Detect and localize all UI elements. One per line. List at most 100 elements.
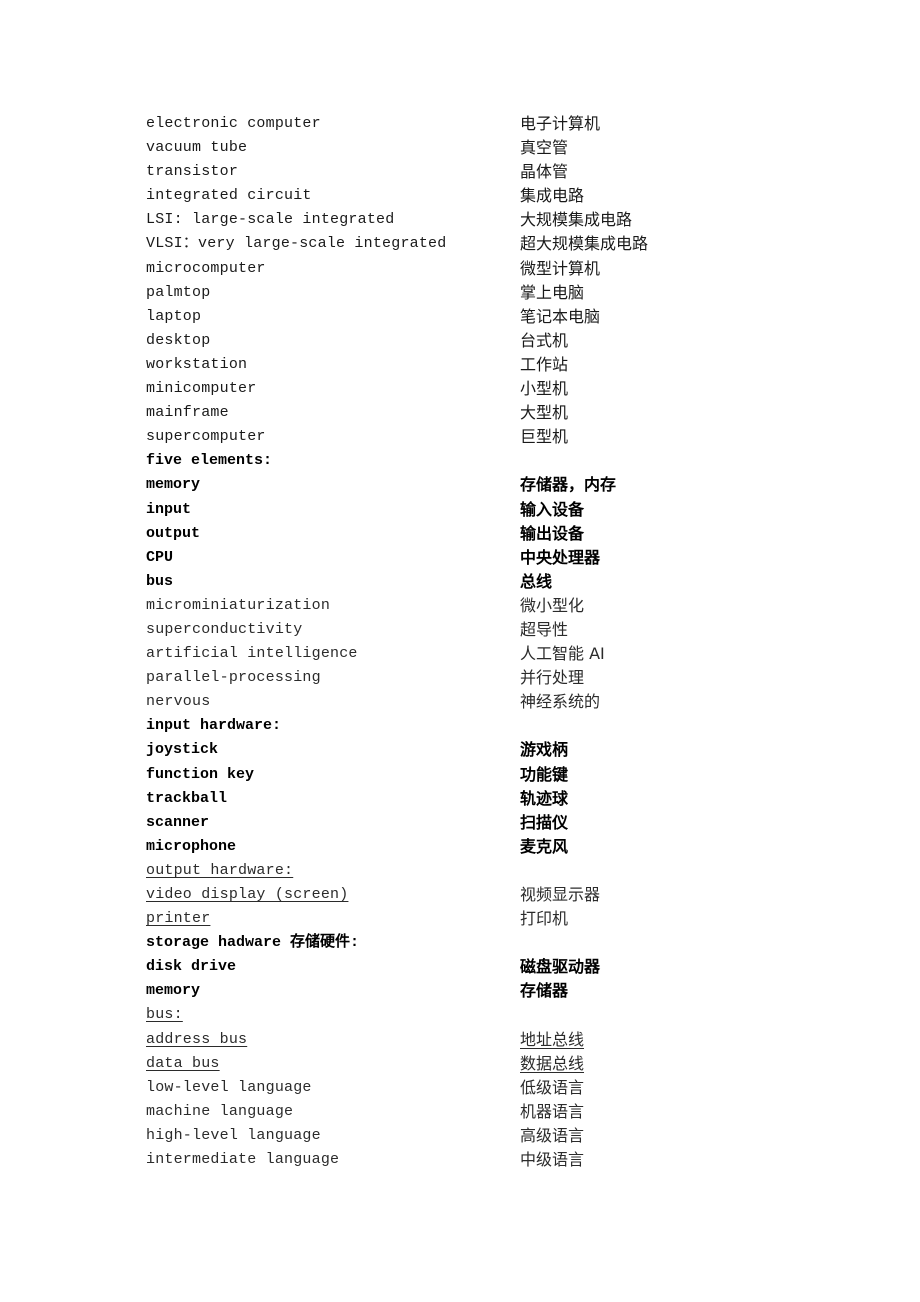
glossary-row: address bus 地址总线: [146, 1029, 846, 1053]
term-en: intermediate language: [146, 1151, 340, 1169]
term-en: parallel-processing: [146, 669, 321, 687]
glossary-row: output 输出设备: [146, 523, 846, 547]
glossary-row: low-level language 低级语言: [146, 1077, 846, 1101]
glossary-row: intermediate language 中级语言: [146, 1149, 846, 1173]
term-en: palmtop: [146, 283, 211, 301]
term-zh: 超大规模集成电路: [520, 234, 649, 254]
term-zh: 台式机: [520, 330, 569, 350]
term-zh: 功能键: [520, 764, 569, 784]
glossary-row: printer 打印机: [146, 908, 846, 932]
term-zh: 地址总线: [520, 1029, 585, 1049]
heading-text: storage hadware 存储硬件:: [146, 934, 360, 952]
glossary-row: trackball 轨迹球: [146, 788, 846, 812]
glossary-row: minicomputer 小型机: [146, 378, 846, 402]
term-en: laptop: [146, 307, 202, 325]
term-en: memory: [146, 476, 201, 494]
term-zh: 输出设备: [520, 523, 585, 543]
term-zh: 巨型机: [520, 427, 569, 447]
term-zh: 机器语言: [520, 1101, 585, 1121]
glossary-row: disk drive 磁盘驱动器: [146, 956, 846, 980]
term-en: mainframe: [146, 404, 229, 422]
term-en: function key: [146, 765, 255, 783]
glossary-row: machine language 机器语言: [146, 1101, 846, 1125]
glossary-row: video display (screen) 视频显示器: [146, 884, 846, 908]
glossary-row: nervous 神经系统的: [146, 691, 846, 715]
glossary-row: microminiaturization 微小型化: [146, 595, 846, 619]
term-en: input: [146, 500, 192, 518]
term-zh: 大型机: [520, 403, 569, 423]
glossary-row: electronic computer 电子计算机: [146, 113, 846, 137]
term-zh: 数据总线: [520, 1053, 585, 1073]
term-en: scanner: [146, 813, 210, 831]
term-zh: 超导性: [520, 619, 569, 639]
term-zh: 视频显示器: [520, 885, 601, 904]
section-heading: output hardware:: [146, 860, 846, 884]
glossary-row: parallel-processing 并行处理: [146, 667, 846, 691]
term-en: address bus: [146, 1030, 248, 1048]
term-en: transistor: [146, 163, 239, 181]
term-en: vacuum tube: [146, 139, 248, 157]
term-en: high-level language: [146, 1126, 321, 1144]
glossary-row: integrated circuit 集成电路: [146, 185, 846, 209]
term-zh: 大规模集成电路: [520, 210, 633, 230]
term-zh: 输入设备: [520, 499, 585, 519]
term-en: microcomputer: [146, 259, 266, 277]
term-zh: 扫描仪: [520, 812, 569, 832]
term-en: video display (screen): [146, 886, 349, 903]
term-en: joystick: [146, 741, 219, 759]
section-heading: input hardware:: [146, 715, 846, 739]
term-zh: 打印机: [520, 909, 569, 929]
section-heading: storage hadware 存储硬件:: [146, 932, 846, 956]
term-zh: 真空管: [520, 138, 569, 158]
term-en: nervous: [146, 693, 211, 711]
term-zh: 集成电路: [520, 186, 585, 206]
glossary-row: input 输入设备: [146, 499, 846, 523]
term-en: artificial intelligence: [146, 645, 358, 663]
glossary-row: data bus 数据总线: [146, 1053, 846, 1077]
glossary-row: function key 功能键: [146, 764, 846, 788]
term-en: low-level language: [146, 1078, 312, 1096]
glossary-row: VLSI：very large-scale integrated 超大规模集成电路: [146, 233, 846, 257]
term-en: microminiaturization: [146, 596, 331, 614]
term-zh: 微小型化: [520, 595, 585, 615]
term-zh: 晶体管: [520, 162, 569, 182]
term-zh: 存储器，内存: [520, 475, 617, 495]
heading-text: bus:: [146, 1006, 183, 1024]
term-zh: 总线: [520, 571, 553, 591]
term-en: memory: [146, 982, 201, 1000]
term-zh: 工作站: [520, 354, 569, 374]
term-en: integrated circuit: [146, 187, 312, 205]
glossary-row: workstation 工作站: [146, 354, 846, 378]
glossary-row: high-level language 高级语言: [146, 1125, 846, 1149]
glossary-row: microcomputer 微型计算机: [146, 258, 846, 282]
term-en: superconductivity: [146, 620, 303, 638]
term-en: disk drive: [146, 958, 237, 976]
term-en: supercomputer: [146, 428, 266, 446]
term-zh: 人工智能 AI: [520, 644, 605, 664]
section-heading: five elements:: [146, 450, 846, 474]
term-zh: 高级语言: [520, 1125, 585, 1145]
glossary-row: supercomputer 巨型机: [146, 426, 846, 450]
heading-text: output hardware:: [146, 861, 294, 879]
term-zh: 低级语言: [520, 1077, 585, 1097]
term-zh: 游戏柄: [520, 740, 569, 760]
glossary-row: scanner 扫描仪: [146, 812, 846, 836]
term-en: printer: [146, 910, 211, 928]
glossary-list: electronic computer 电子计算机 vacuum tube 真空管 …: [146, 113, 846, 1173]
term-zh: 笔记本电脑: [520, 306, 601, 326]
term-zh: 麦克风: [520, 836, 569, 856]
term-en: trackball: [146, 789, 228, 807]
term-en: microphone: [146, 837, 237, 855]
term-en: LSI: large-scale integrated: [146, 211, 395, 229]
term-en: data bus: [146, 1054, 220, 1072]
term-zh: 中央处理器: [520, 547, 601, 567]
term-en: CPU: [146, 548, 174, 566]
heading-text: input hardware:: [146, 717, 282, 735]
glossary-row: laptop 笔记本电脑: [146, 306, 846, 330]
glossary-row: memory 存储器，内存: [146, 474, 846, 498]
glossary-row: vacuum tube 真空管: [146, 137, 846, 161]
glossary-row: artificial intelligence 人工智能 AI: [146, 643, 846, 667]
heading-text: five elements:: [146, 452, 273, 470]
glossary-row: desktop 台式机: [146, 330, 846, 354]
term-en: desktop: [146, 331, 211, 349]
